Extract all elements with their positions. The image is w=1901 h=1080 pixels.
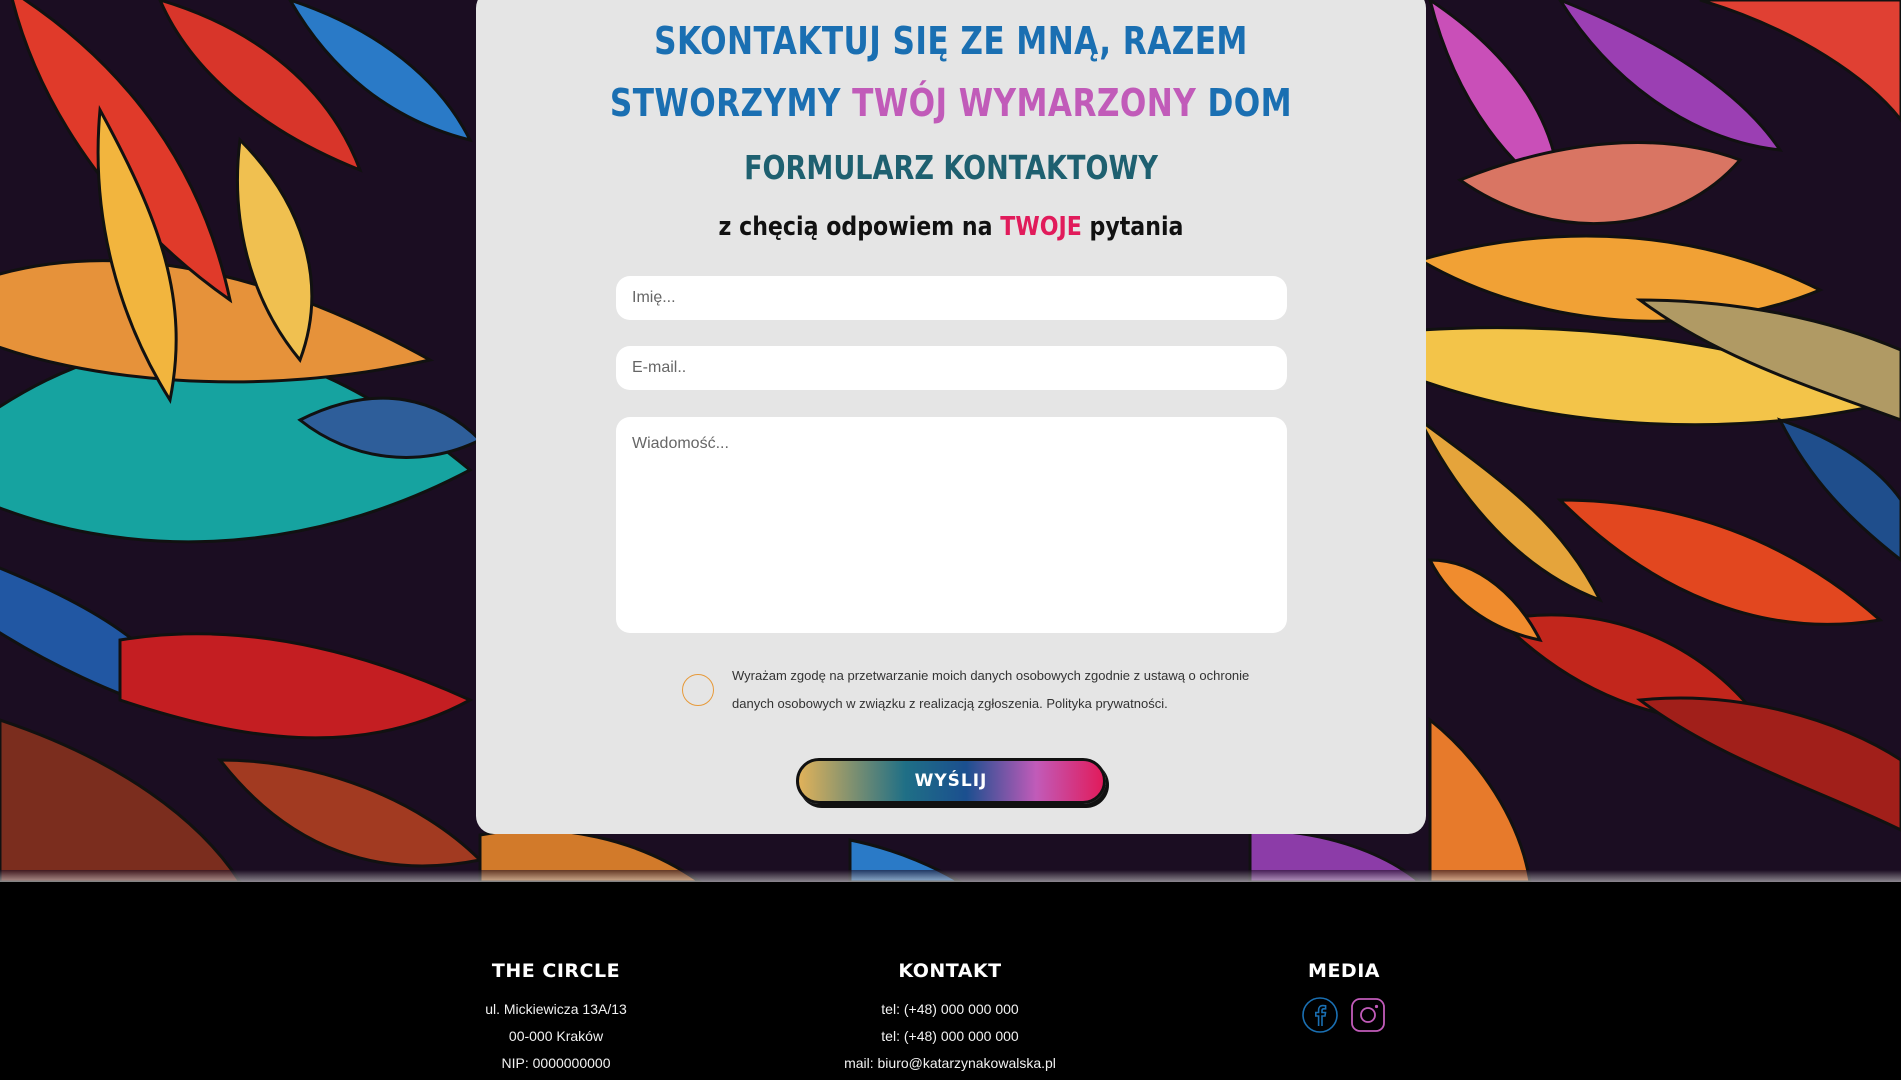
footer-phone-2[interactable]: tel: (+48) 000 000 000 [800,1023,1100,1050]
message-textarea[interactable] [616,417,1287,633]
footer-contact-column: KONTAKT tel: (+48) 000 000 000 tel: (+48… [800,960,1100,1077]
footer-nip-line: NIP: 0000000000 [501,1055,611,1071]
headline-text: STWORZYMY [609,81,853,125]
headline-line-1: SKONTAKTUJ SIĘ ZE MNĄ, RAZEM [654,19,1248,63]
site-footer: THE CIRCLE ul. Mickiewicza 13A/13 00-000… [0,882,1901,1080]
email-input[interactable] [616,346,1287,390]
headline-text-end: DOM [1196,81,1293,125]
instagram-icon[interactable] [1349,996,1387,1034]
footer-media-column: MEDIA [1194,960,1494,1034]
form-title: FORMULARZ KONTAKTOWY [744,148,1158,187]
footer-company-title: THE CIRCLE [491,960,621,982]
tagline-text-end: pytania [1081,212,1184,242]
tagline-text: z chęcią odpowiem na [718,212,1001,242]
footer-contact-title: KONTAKT [898,960,1002,982]
footer-company-column: THE CIRCLE ul. Mickiewicza 13A/13 00-000… [406,960,706,1077]
footer-email[interactable]: mail: biuro@katarzynakowalska.pl [800,1050,1100,1077]
footer-media-title: MEDIA [1308,960,1380,982]
social-links [1194,996,1494,1034]
consent-text: Wyrażam zgodę na przetwarzanie moich dan… [732,668,1250,711]
page-headline: SKONTAKTUJ SIĘ ZE MNĄ, RAZEM STWORZYMY T… [562,10,1341,134]
consent-checkbox[interactable] [682,674,714,706]
footer-address-line: ul. Mickiewicza 13A/13 [485,1001,627,1017]
submit-button[interactable]: WYŚLIJ [796,758,1106,804]
headline-accent: TWÓJ WYMARZONY [852,81,1197,125]
footer-phone-1[interactable]: tel: (+48) 000 000 000 [800,996,1100,1023]
footer-city-line: 00-000 Kraków [508,1028,604,1044]
name-input[interactable] [616,276,1287,320]
form-tagline: z chęcią odpowiem na TWOJE pytania [547,212,1355,242]
tagline-accent: TWOJE [1000,212,1082,242]
headline-line-2: STWORZYMY TWÓJ WYMARZONY DOM [562,72,1341,134]
contact-form-card: SKONTAKTUJ SIĘ ZE MNĄ, RAZEM STWORZYMY T… [476,0,1426,834]
facebook-icon[interactable] [1301,996,1339,1034]
